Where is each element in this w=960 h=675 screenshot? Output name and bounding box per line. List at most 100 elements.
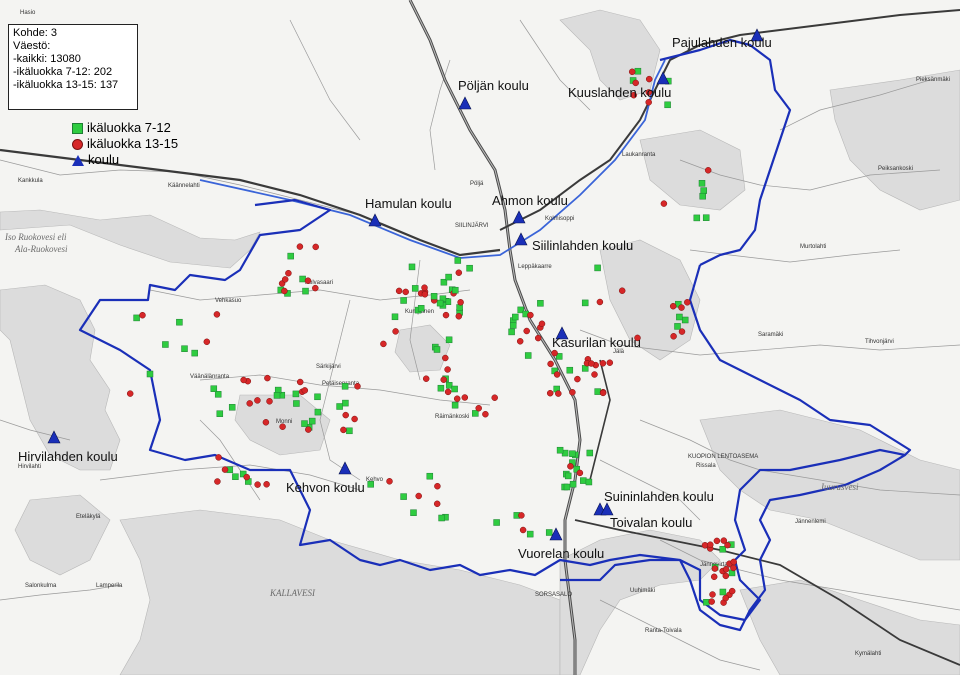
age-13-15-circle-icon	[203, 338, 211, 346]
place-leppakaarre: Leppäkaarre	[518, 264, 552, 270]
age-7-12-square-icon	[342, 399, 349, 407]
age-7-12-square-icon	[524, 352, 532, 359]
age-13-15-circle-icon	[669, 302, 677, 310]
age-13-15-circle-icon	[301, 387, 309, 394]
age-13-15-circle-icon	[457, 299, 464, 306]
place-salonkulma: Salonkulma	[25, 583, 57, 589]
age-13-15-circle-icon	[546, 389, 554, 397]
age-13-15-circle-icon	[670, 333, 677, 340]
age-7-12-square-icon	[292, 390, 300, 398]
place-kaannelahti: Käännelahti	[168, 183, 200, 189]
age-7-12-square-icon	[693, 214, 701, 222]
age-13-15-circle-icon	[221, 466, 229, 473]
place-tihvonjarvi: Tihvonjärvi	[865, 339, 894, 345]
age-13-15-circle-icon	[215, 454, 222, 461]
age-7-12-square-icon	[426, 472, 434, 480]
age-13-15-circle-icon	[722, 594, 729, 602]
age-13-15-circle-icon	[444, 366, 451, 373]
age-7-12-square-icon	[214, 391, 222, 398]
age-7-12-square-icon	[563, 483, 571, 491]
age-7-12-square-icon	[293, 400, 300, 407]
age-13-15-circle-icon	[527, 311, 534, 319]
age-7-12-square-icon	[391, 313, 399, 321]
legend-label-13-15: ikäluokka 13-15	[87, 136, 179, 151]
school-label: Suininlahden koulu	[604, 489, 714, 504]
legend-row-7-12: ikäluokka 7-12	[72, 120, 178, 136]
age-13-15-circle-icon	[402, 288, 409, 296]
info-box: Kohde: 3 Väestö: -kaikki: 13080 -ikäluok…	[8, 24, 138, 110]
age-7-12-square-icon	[569, 450, 576, 457]
age-7-12-square-icon	[162, 341, 169, 348]
info-population-heading: Väestö:	[13, 40, 51, 52]
age-7-12-square-icon	[437, 384, 445, 392]
age-13-15-circle-icon	[645, 99, 652, 106]
water-label-juurusvesi: Juurusvesi	[820, 482, 859, 492]
age-13-15-circle-icon	[551, 349, 558, 357]
age-13-15-circle-icon	[442, 311, 450, 319]
school-label: Siilinlahden koulu	[532, 238, 633, 253]
age-13-15-circle-icon	[386, 478, 393, 485]
age-13-15-circle-icon	[711, 565, 719, 572]
age-7-12-square-icon	[445, 336, 453, 344]
school-label: Pajulahden koulu	[672, 35, 772, 50]
age-13-15-circle-icon	[704, 167, 712, 174]
age-13-15-circle-icon	[576, 469, 584, 477]
place-poljan: Pöljä	[470, 181, 484, 187]
place-sorsasalo: SORSASALO	[535, 592, 572, 598]
map-canvas[interactable]: Iso Ruokovesi eli Ala-Ruokovesi KALLAVES…	[0, 0, 960, 675]
place-raimankoski: Räimänkoski	[435, 414, 469, 420]
age-7-12-square-icon	[411, 285, 419, 292]
age-7-12-square-icon	[336, 403, 343, 410]
age-7-12-square-icon	[664, 101, 671, 109]
age-13-15-circle-icon	[296, 243, 304, 250]
school-label: Ahmon koulu	[492, 193, 568, 208]
age-7-12-square-icon	[566, 366, 574, 374]
age-7-12-square-icon	[176, 318, 183, 326]
age-7-12-square-icon	[191, 349, 198, 357]
age-13-15-circle-icon	[342, 411, 349, 419]
age-13-15-circle-icon	[591, 371, 598, 378]
age-13-15-circle-icon	[264, 374, 271, 382]
age-7-12-square-icon	[452, 286, 459, 294]
age-13-15-circle-icon	[596, 298, 604, 306]
age-13-15-circle-icon	[461, 394, 469, 401]
age-7-12-square-icon	[700, 187, 707, 194]
age-7-12-square-icon	[436, 299, 444, 307]
age-7-12-square-icon	[634, 67, 642, 75]
age-7-12-square-icon	[699, 192, 706, 200]
age-13-15-circle-icon	[606, 359, 614, 366]
age-13-15-circle-icon	[304, 277, 312, 284]
age-13-15-circle-icon	[254, 397, 261, 404]
age-13-15-circle-icon	[724, 541, 731, 549]
water-label-ala-ruokovesi: Ala-Ruokovesi	[14, 244, 68, 254]
age-13-15-circle-icon	[296, 378, 304, 386]
age-7-12-square-icon	[417, 305, 425, 312]
school-label: Kuuslahden koulu	[568, 85, 671, 100]
age-13-15-circle-icon	[709, 591, 716, 598]
age-7-12-square-icon	[133, 314, 140, 322]
age-7-12-square-icon	[287, 252, 294, 260]
age-13-15-circle-icon	[523, 327, 530, 335]
age-13-15-circle-icon	[285, 269, 292, 277]
legend-label-school: koulu	[88, 152, 120, 167]
age-7-12-square-icon	[400, 493, 407, 500]
info-target: Kohde: 3	[13, 27, 58, 39]
age-7-12-square-icon	[508, 328, 515, 336]
place-murtolahti: Murtolahti	[800, 244, 826, 250]
age-7-12-square-icon	[346, 427, 353, 435]
age-13-15-circle-icon	[475, 404, 482, 412]
age-13-15-circle-icon	[588, 360, 595, 367]
place-petalisenranta: Petäisenranta	[322, 381, 360, 387]
age-7-12-square-icon	[341, 383, 349, 390]
place-saramaki: Saramäki	[758, 332, 783, 338]
age-13-15-circle-icon	[645, 75, 653, 83]
age-13-15-circle-icon	[395, 287, 403, 295]
age-13-15-circle-icon	[266, 398, 273, 405]
age-13-15-circle-icon	[701, 542, 709, 549]
age-13-15-circle-icon	[421, 291, 429, 298]
age-7-12-square-icon	[703, 599, 710, 606]
school-label: Hamulan koulu	[365, 196, 452, 211]
age-13-15-circle-icon	[728, 587, 736, 595]
age-7-12-square-icon	[433, 346, 441, 353]
age-13-15-circle-icon	[440, 376, 447, 383]
